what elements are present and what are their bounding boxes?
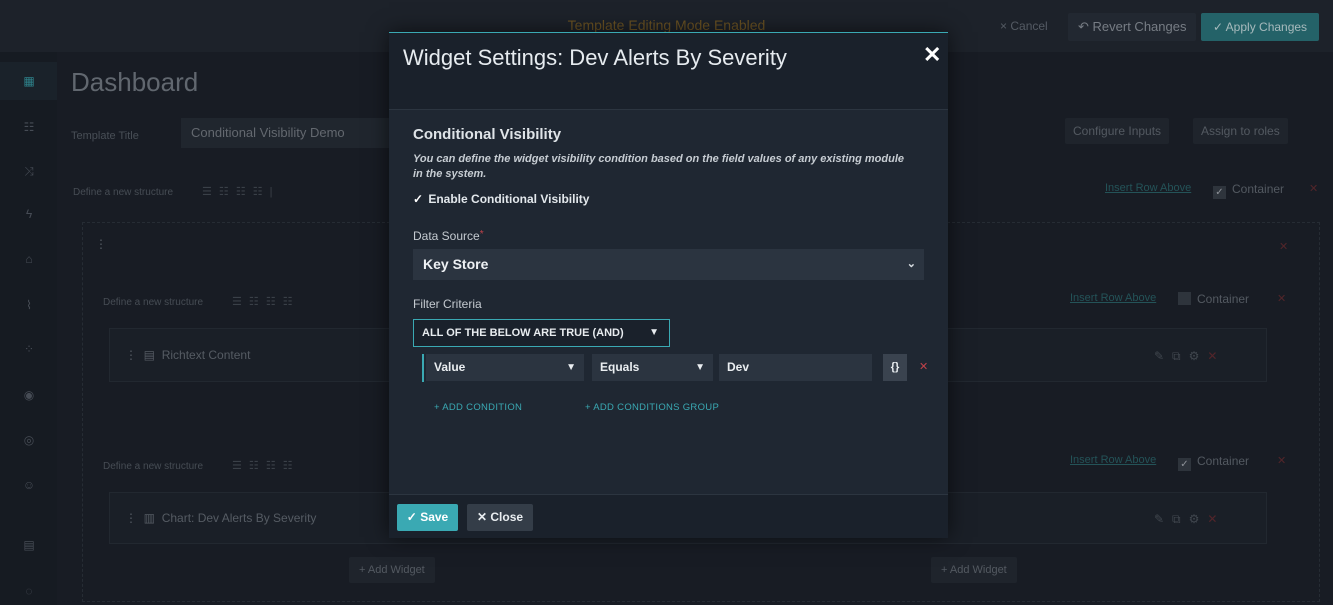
section-title: Conditional Visibility [413, 126, 562, 143]
logic-operator-select[interactable]: ALL OF THE BELOW ARE TRUE (AND) ▼ [413, 319, 670, 347]
filter-criteria-label: Filter Criteria [413, 297, 482, 311]
close-icon: ✕ [476, 510, 488, 524]
caret-down-icon: ▼ [695, 362, 705, 373]
condition-operator-value: Equals [600, 360, 640, 374]
condition-field-select[interactable]: Value ▼ [426, 354, 584, 381]
section-description: You can define the widget visibility con… [413, 153, 904, 180]
caret-down-icon: ▼ [566, 362, 576, 373]
logic-operator-value: ALL OF THE BELOW ARE TRUE (AND) [422, 327, 624, 339]
close-icon[interactable]: ✕ [923, 42, 941, 68]
add-condition-button[interactable]: + ADD CONDITION [434, 402, 522, 413]
enable-conditional-visibility[interactable]: ✓ Enable Conditional Visibility [413, 192, 589, 206]
data-source-select[interactable]: Key Store ⌄ [413, 249, 924, 280]
check-icon: ✓ [406, 510, 417, 524]
modal-header: Widget Settings: Dev Alerts By Severity … [389, 33, 948, 110]
data-source-label: Data Source* [413, 229, 484, 243]
save-label: Save [420, 510, 449, 524]
close-button[interactable]: ✕ Close [467, 504, 533, 531]
chevron-down-icon: ⌄ [906, 258, 916, 270]
save-button[interactable]: ✓ Save [397, 504, 458, 531]
condition-operator-select[interactable]: Equals ▼ [592, 354, 713, 381]
caret-down-icon: ▼ [649, 327, 659, 338]
expression-button[interactable]: {} [883, 354, 907, 381]
condition-value-input[interactable]: Dev [719, 354, 872, 381]
widget-settings-modal: Widget Settings: Dev Alerts By Severity … [389, 32, 948, 538]
remove-condition-icon[interactable]: ✕ [919, 360, 928, 373]
modal-body: Conditional Visibility You can define th… [389, 111, 948, 494]
condition-group-bar [422, 354, 424, 382]
data-source-value: Key Store [423, 256, 489, 272]
enable-label: Enable Conditional Visibility [428, 192, 590, 206]
close-label: Close [490, 510, 524, 524]
data-source-label-text: Data Source [413, 229, 480, 243]
condition-field-value: Value [434, 360, 466, 374]
add-conditions-group-button[interactable]: + ADD CONDITIONS GROUP [585, 402, 719, 413]
required-asterisk: * [479, 229, 484, 240]
modal-footer: ✓ Save ✕ Close [389, 494, 948, 538]
modal-title: Widget Settings: Dev Alerts By Severity [403, 45, 787, 70]
checkmark-icon[interactable]: ✓ [413, 192, 425, 206]
app-window: Template Editing Mode Enabled × Cancel ↶… [0, 0, 1333, 605]
